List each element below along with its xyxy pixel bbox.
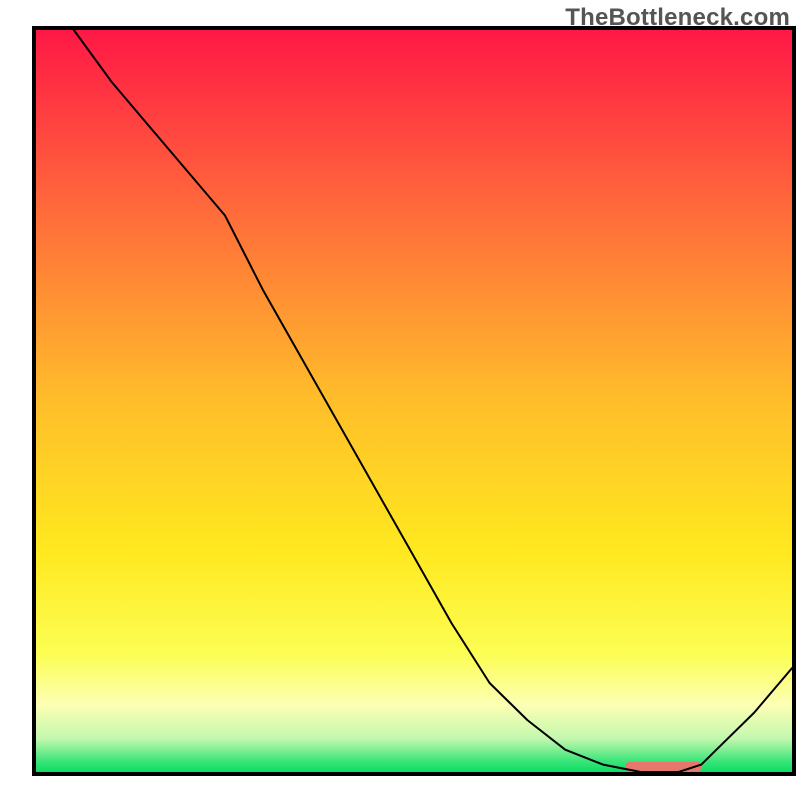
bottleneck-chart	[0, 0, 800, 800]
chart-background-gradient	[36, 30, 792, 772]
watermark-text: TheBottleneck.com	[565, 4, 790, 32]
chart-container: TheBottleneck.com	[0, 0, 800, 800]
